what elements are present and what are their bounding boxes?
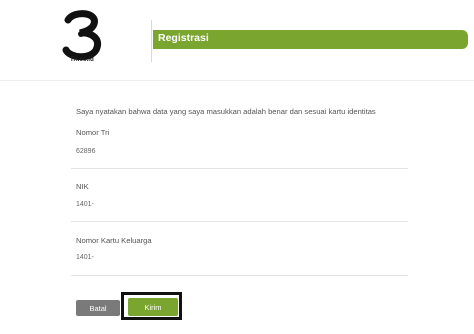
nomor-kk-label: Nomor Kartu Keluarga — [76, 236, 152, 245]
declaration-text: Saya nyatakan bahwa data yang saya masuk… — [76, 107, 376, 116]
title-bar: Registrasi — [153, 30, 468, 49]
field-divider — [71, 168, 408, 169]
header: Tri.co.id Registrasi — [0, 0, 474, 82]
nomor-kk-value: 1401- — [76, 254, 94, 261]
tri-3-logo-icon — [62, 10, 101, 60]
header-divider — [151, 20, 152, 62]
nik-value: 1401- — [76, 201, 94, 208]
field-divider — [71, 221, 408, 222]
header-bottom-border — [0, 80, 474, 81]
nomor-tri-label: Nomor Tri — [76, 128, 110, 137]
nik-label: NIK — [76, 182, 89, 191]
field-divider — [71, 275, 408, 276]
nomor-tri-value: 62896 — [76, 148, 96, 155]
cancel-button[interactable]: Batal — [76, 300, 120, 316]
page-title: Registrasi — [158, 32, 209, 44]
logo-text: Tri.co.id — [70, 57, 94, 63]
submit-button[interactable]: Kirim — [128, 298, 178, 316]
